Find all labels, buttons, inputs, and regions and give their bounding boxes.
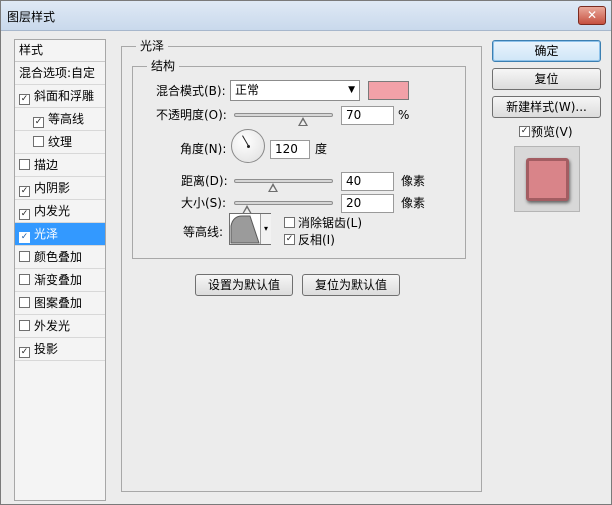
style-item-outer-glow[interactable]: 外发光	[15, 315, 105, 338]
dialog-body: 样式 混合选项:自定 ✓ 斜面和浮雕 ✓ 等高线 纹理 描边 ✓ 内阴影 ✓ 内发光 ✓…	[5, 31, 607, 501]
distance-input[interactable]: 40	[341, 172, 394, 191]
style-item-label: 内阴影	[34, 181, 71, 195]
style-item-label: 外发光	[34, 319, 71, 333]
satin-color-swatch[interactable]	[368, 81, 409, 100]
style-item-label: 光泽	[34, 227, 59, 241]
pattern-overlay-checkbox[interactable]	[19, 297, 30, 308]
size-input[interactable]: 20	[341, 194, 394, 213]
satin-checkbox[interactable]: ✓	[19, 232, 30, 243]
invert-checkbox[interactable]: ✓	[284, 234, 295, 245]
style-preview	[514, 146, 580, 212]
satin-group: 光泽 结构 混合模式(B): 正常 ▼ 不透明度(O): 70 % 角度(N):	[121, 39, 482, 492]
inner-shadow-checkbox[interactable]: ✓	[19, 186, 30, 197]
new-style-button[interactable]: 新建样式(W)...	[492, 96, 601, 118]
gradient-overlay-checkbox[interactable]	[19, 274, 30, 285]
chevron-down-icon: ▼	[348, 85, 355, 95]
angle-label: 角度(N):	[180, 142, 227, 156]
inner-glow-checkbox[interactable]: ✓	[19, 209, 30, 220]
drop-shadow-checkbox[interactable]: ✓	[19, 347, 30, 358]
anti-alias-label[interactable]: 消除锯齿(L)	[298, 216, 362, 230]
contour-picker[interactable]: ▾	[229, 213, 271, 245]
style-item-gradient-overlay[interactable]: 渐变叠加	[15, 269, 105, 292]
close-button[interactable]: ✕	[578, 6, 606, 25]
opacity-input[interactable]: 70	[341, 106, 394, 125]
style-item-inner-glow[interactable]: ✓ 内发光	[15, 200, 105, 223]
distance-slider-handle[interactable]	[268, 183, 278, 192]
contour-label: 等高线:	[183, 225, 224, 239]
opacity-label: 不透明度(O):	[156, 108, 227, 122]
outer-glow-checkbox[interactable]	[19, 320, 30, 331]
size-label: 大小(S):	[181, 196, 227, 210]
reset-default-button[interactable]: 复位为默认值	[302, 274, 400, 296]
title-bar[interactable]: 图层样式 ✕	[1, 1, 611, 31]
contour-curve-icon	[230, 215, 260, 244]
preview-label[interactable]: 预览(V)	[531, 125, 573, 139]
ok-button[interactable]: 确定	[492, 40, 601, 62]
opacity-slider[interactable]	[234, 113, 333, 117]
angle-unit: 度	[315, 142, 328, 156]
angle-input[interactable]: 120	[270, 140, 310, 159]
style-item-label: 斜面和浮雕	[34, 89, 95, 103]
color-overlay-checkbox[interactable]	[19, 251, 30, 262]
style-item-bevel-emboss[interactable]: ✓ 斜面和浮雕	[15, 85, 105, 108]
style-item-label: 内发光	[34, 204, 71, 218]
styles-header[interactable]: 样式	[15, 40, 105, 62]
preview-swatch	[526, 158, 569, 201]
distance-slider[interactable]	[234, 179, 333, 183]
preview-checkbox[interactable]: ✓	[519, 126, 530, 137]
layer-style-dialog: 图层样式 ✕ 样式 混合选项:自定 ✓ 斜面和浮雕 ✓ 等高线 纹理 描边 ✓ 内阴影	[0, 0, 612, 505]
style-item-pattern-overlay[interactable]: 图案叠加	[15, 292, 105, 315]
style-item-inner-shadow[interactable]: ✓ 内阴影	[15, 177, 105, 200]
bevel-emboss-checkbox[interactable]: ✓	[19, 94, 30, 105]
style-item-stroke[interactable]: 描边	[15, 154, 105, 177]
set-default-button[interactable]: 设置为默认值	[195, 274, 293, 296]
blend-options-item[interactable]: 混合选项:自定	[15, 62, 105, 85]
blend-mode-label: 混合模式(B):	[156, 84, 226, 98]
texture-checkbox[interactable]	[33, 136, 44, 147]
style-item-color-overlay[interactable]: 颜色叠加	[15, 246, 105, 269]
window-title: 图层样式	[7, 10, 56, 24]
style-item-label: 纹理	[48, 135, 73, 149]
structure-group: 结构 混合模式(B): 正常 ▼ 不透明度(O): 70 % 角度(N): 12…	[132, 59, 466, 259]
angle-center-dot	[247, 145, 250, 148]
style-item-drop-shadow[interactable]: ✓ 投影	[15, 338, 105, 361]
invert-label[interactable]: 反相(I)	[298, 233, 335, 247]
blend-mode-value: 正常	[235, 83, 260, 97]
stroke-checkbox[interactable]	[19, 159, 30, 170]
style-item-label: 渐变叠加	[34, 273, 83, 287]
anti-alias-checkbox[interactable]	[284, 217, 295, 228]
style-item-label: 投影	[34, 342, 59, 356]
style-item-satin[interactable]: ✓ 光泽	[15, 223, 105, 246]
structure-group-title: 结构	[147, 59, 180, 73]
style-item-label: 等高线	[48, 112, 85, 126]
angle-dial[interactable]	[231, 129, 265, 163]
style-item-texture[interactable]: 纹理	[15, 131, 105, 154]
style-item-contour[interactable]: ✓ 等高线	[15, 108, 105, 131]
style-item-label: 颜色叠加	[34, 250, 83, 264]
size-unit: 像素	[401, 196, 426, 210]
contour-checkbox[interactable]: ✓	[33, 117, 44, 128]
styles-list: 样式 混合选项:自定 ✓ 斜面和浮雕 ✓ 等高线 纹理 描边 ✓ 内阴影 ✓ 内发光 ✓…	[14, 39, 106, 501]
close-icon: ✕	[586, 8, 598, 22]
opacity-slider-handle[interactable]	[298, 117, 308, 126]
style-item-label: 图案叠加	[34, 296, 83, 310]
distance-unit: 像素	[401, 174, 426, 188]
distance-label: 距离(D):	[181, 174, 228, 188]
blend-mode-select[interactable]: 正常 ▼	[230, 80, 360, 101]
contour-dropdown-arrow[interactable]: ▾	[260, 214, 271, 244]
opacity-unit: %	[398, 108, 410, 122]
reset-button[interactable]: 复位	[492, 68, 601, 90]
style-item-label: 描边	[34, 158, 59, 172]
satin-group-title: 光泽	[136, 39, 169, 53]
